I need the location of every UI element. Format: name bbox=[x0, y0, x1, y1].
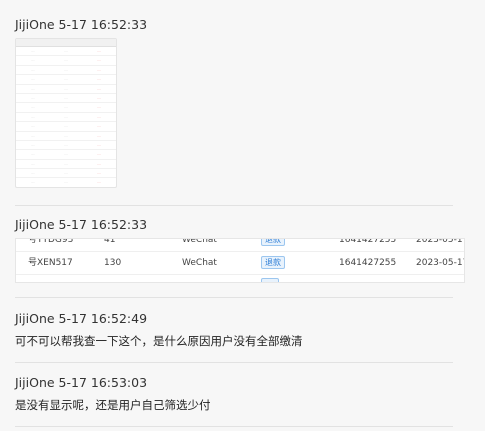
table-row: 号XEN517 130 WeChat 退款 1641427255 2023-05… bbox=[16, 251, 464, 275]
message-meta: JijiOne 5-17 16:52:49 bbox=[15, 311, 470, 327]
attached-table-image[interactable]: ···· ···· ···· ···· ···· ···· ···· ···· ···· ····… bbox=[15, 38, 117, 188]
date: 2023-05-17 1 bbox=[416, 238, 465, 245]
thumb-row: ············ bbox=[16, 169, 116, 179]
channel: WeChat bbox=[182, 258, 217, 268]
divider bbox=[15, 362, 453, 363]
amount: 130 bbox=[104, 258, 122, 268]
attached-table-strip[interactable]: 号YTDG93 41 WeChat 退款 1641427255 2023-05-… bbox=[15, 238, 465, 283]
sender-name: JijiOne bbox=[15, 311, 55, 326]
thumb-row: ············ bbox=[16, 66, 116, 76]
sender-name: JijiOne bbox=[15, 217, 55, 232]
message-time: 5-17 16:52:33 bbox=[58, 17, 148, 32]
message-4: JijiOne 5-17 16:53:03 是没有显示呢，还是用户自己筛选少付 bbox=[15, 375, 470, 413]
order-id: 号XEN517 bbox=[28, 258, 73, 268]
thumb-rows: ···· ···· ···· ···· ···· ···· ···· ···· ···· ····… bbox=[16, 47, 116, 187]
message-time: 5-17 16:52:33 bbox=[58, 217, 148, 232]
message-meta: JijiOne 5-17 16:53:03 bbox=[15, 375, 470, 391]
thumb-row: ············ bbox=[16, 141, 116, 151]
message-time: 5-17 16:53:03 bbox=[58, 375, 148, 390]
thumb-row: ············ bbox=[16, 178, 116, 187]
thumb-row: ············ bbox=[16, 122, 116, 132]
status-cell: 退款 bbox=[261, 252, 285, 274]
status-badge: 退款 bbox=[261, 239, 285, 246]
thumb-row: ············ bbox=[16, 56, 116, 66]
status-badge bbox=[261, 278, 280, 282]
sender-name: JijiOne bbox=[15, 17, 55, 32]
table-row: 号YTDG93 41 WeChat 退款 1641427255 2023-05-… bbox=[16, 238, 465, 251]
message-meta: JijiOne 5-17 16:52:33 bbox=[15, 217, 470, 233]
order-id: 号YTDG93 bbox=[28, 238, 74, 245]
status-badge: 退款 bbox=[261, 256, 285, 269]
divider bbox=[15, 205, 453, 206]
amount: 41 bbox=[104, 238, 116, 245]
thumb-row: ············ bbox=[16, 47, 116, 57]
message-2: JijiOne 5-17 16:52:33 bbox=[15, 217, 470, 233]
thumb-row: ············ bbox=[16, 103, 116, 113]
message-meta: JijiOne 5-17 16:52:33 bbox=[15, 17, 470, 33]
divider bbox=[15, 426, 453, 427]
sender-name: JijiOne bbox=[15, 375, 55, 390]
thumb-row: ············ bbox=[16, 160, 116, 170]
thumb-header bbox=[16, 39, 116, 47]
thumb-row: ············ bbox=[16, 150, 116, 160]
thumb-row: ············ bbox=[16, 75, 116, 85]
message-time: 5-17 16:52:49 bbox=[58, 311, 148, 326]
channel: WeChat bbox=[182, 238, 217, 245]
message-text: 可不可以帮我查一下这个，是什么原因用户没有全部缴清 bbox=[15, 334, 303, 348]
message-1: JijiOne 5-17 16:52:33 bbox=[15, 17, 470, 33]
table-row bbox=[16, 274, 464, 282]
message-3: JijiOne 5-17 16:52:49 可不可以帮我查一下这个，是什么原因用… bbox=[15, 311, 470, 349]
status-cell bbox=[261, 274, 280, 282]
user-id: 1641427255 bbox=[339, 258, 397, 268]
user-id: 1641427255 bbox=[339, 238, 397, 245]
status-cell: 退款 bbox=[261, 239, 285, 251]
thumb-row: ············ bbox=[16, 132, 116, 141]
message-text: 是没有显示呢，还是用户自己筛选少付 bbox=[15, 398, 211, 412]
thumb-row: ············ bbox=[16, 113, 116, 123]
thumb-row: ············ bbox=[16, 94, 116, 104]
thumb-row: ············ bbox=[16, 85, 116, 94]
divider bbox=[15, 297, 453, 298]
date: 2023-05-17 1 bbox=[416, 258, 465, 268]
